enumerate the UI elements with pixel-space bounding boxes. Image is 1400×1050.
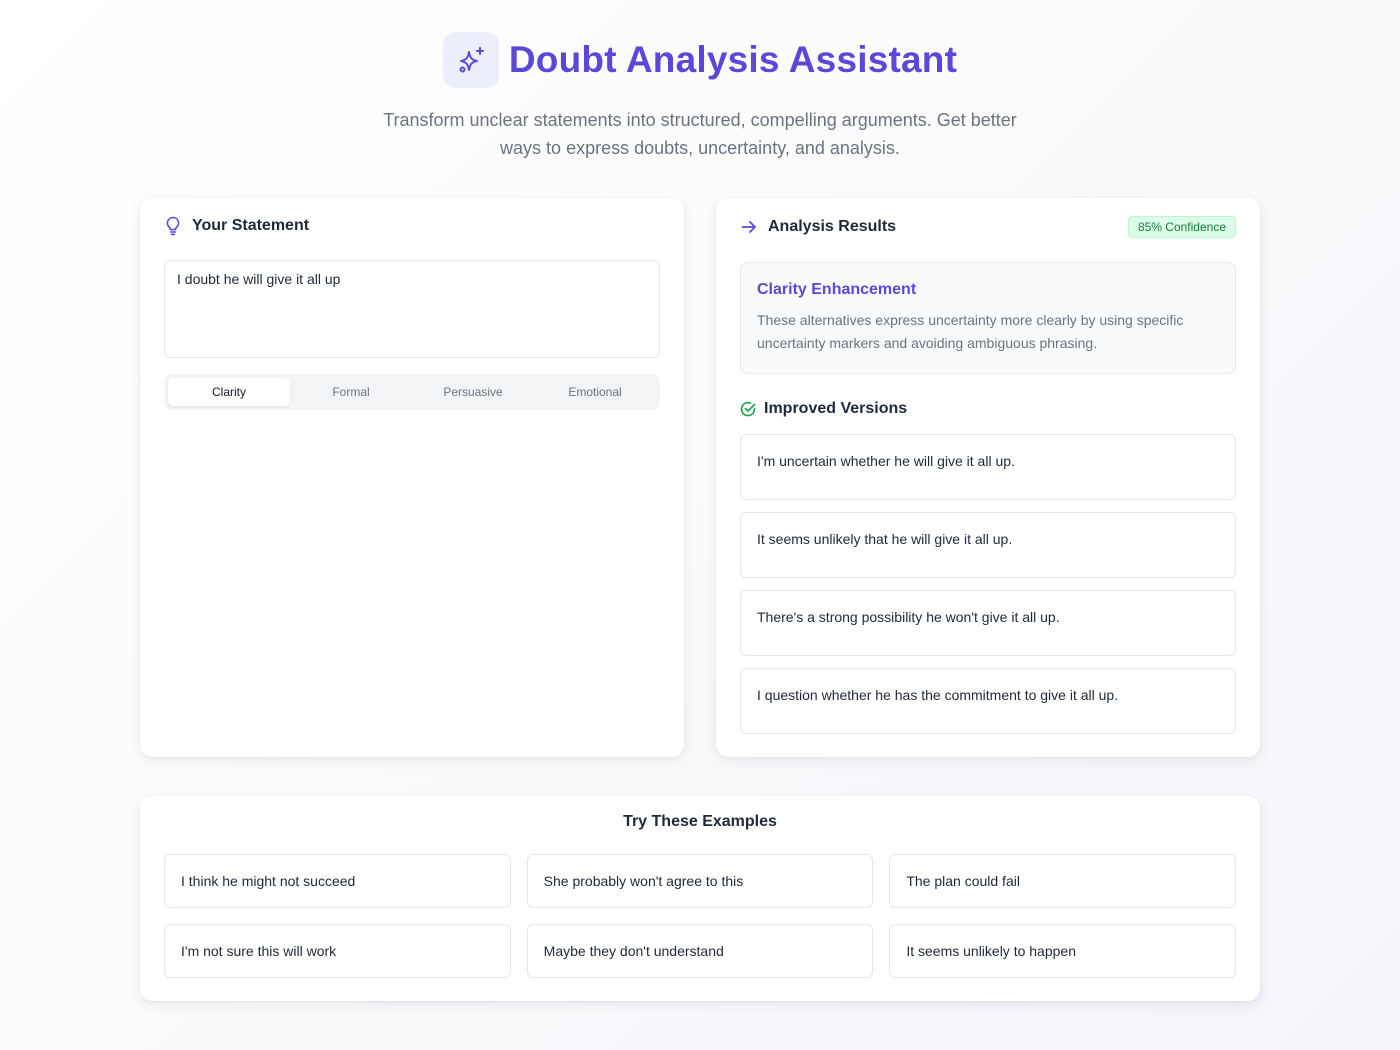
enhancement-description: These alternatives express uncertainty m…	[757, 312, 1184, 351]
statement-card: Your Statement I doubt he will give it a…	[140, 198, 684, 757]
enhancement-box: Clarity Enhancement These alternatives e…	[740, 262, 1236, 374]
results-card: Analysis Results 85% Confidence Clarity …	[716, 198, 1260, 757]
page-header: Doubt Analysis Assistant Transform uncle…	[0, 32, 1400, 162]
check-circle-icon	[740, 401, 756, 417]
improved-version-item[interactable]: I question whether he has the commitment…	[740, 668, 1236, 734]
example-item[interactable]: I'm not sure this will work	[164, 924, 511, 978]
page-subtitle: Transform unclear statements into struct…	[383, 110, 1017, 158]
results-card-header: Analysis Results 85% Confidence	[740, 216, 1236, 238]
improved-versions-header: Improved Versions	[740, 400, 907, 418]
tab-persuasive[interactable]: Persuasive	[412, 378, 534, 406]
statement-title: Your Statement	[192, 217, 310, 234]
examples-grid: I think he might not succeed She probabl…	[164, 854, 1236, 978]
example-item[interactable]: Maybe they don't understand	[526, 924, 874, 978]
lightbulb-icon	[166, 216, 180, 236]
example-item[interactable]: I think he might not succeed	[164, 854, 511, 908]
example-item[interactable]: It seems unlikely to happen	[889, 924, 1236, 978]
results-title: Analysis Results	[768, 218, 897, 235]
examples-title: Try These Examples	[623, 813, 777, 830]
results-title-group: Analysis Results	[740, 218, 896, 236]
improved-versions-title: Improved Versions	[764, 400, 908, 417]
confidence-badge: 85% Confidence	[1127, 216, 1236, 238]
example-item[interactable]: She probably won't agree to this	[526, 854, 874, 908]
logo	[442, 32, 499, 88]
title-row: Doubt Analysis Assistant	[442, 32, 958, 88]
tab-emotional[interactable]: Emotional	[534, 378, 656, 406]
enhancement-title: Clarity Enhancement	[757, 281, 917, 298]
example-item[interactable]: The plan could fail	[889, 854, 1236, 908]
style-tabs: Clarity Formal Persuasive Emotional	[164, 374, 660, 410]
tab-formal[interactable]: Formal	[290, 378, 412, 406]
statement-card-header: Your Statement	[164, 216, 309, 236]
improved-version-item[interactable]: It seems unlikely that he will give it a…	[740, 512, 1236, 578]
page-title: Doubt Analysis Assistant	[508, 39, 958, 80]
improved-versions-list: I'm uncertain whether he will give it al…	[740, 434, 1236, 746]
improved-version-item[interactable]: There's a strong possibility he won't gi…	[740, 590, 1236, 656]
tab-clarity[interactable]: Clarity	[168, 378, 290, 406]
examples-card: Try These Examples I think he might not …	[140, 796, 1260, 1001]
arrow-right-icon	[741, 221, 756, 233]
improved-version-item[interactable]: I'm uncertain whether he will give it al…	[740, 434, 1236, 500]
sparkles-icon	[459, 47, 484, 73]
statement-input[interactable]: I doubt he will give it all up	[164, 260, 660, 358]
